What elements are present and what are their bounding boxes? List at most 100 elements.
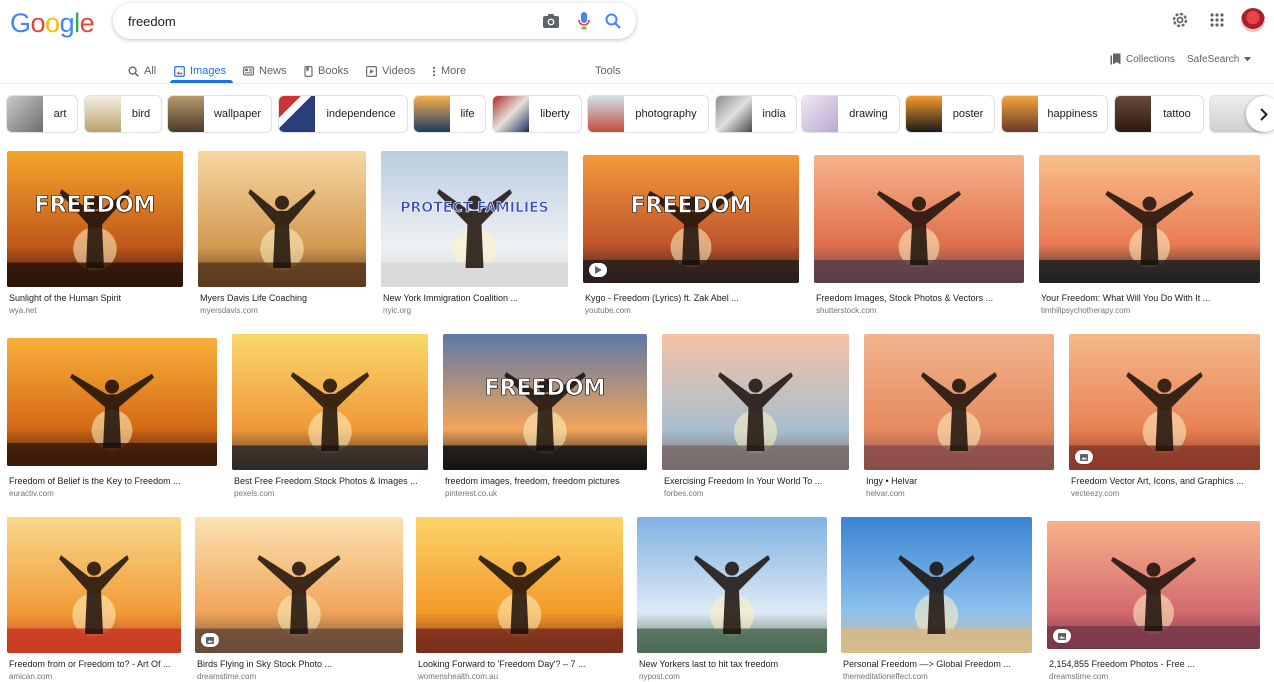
result-title[interactable]: Looking Forward to 'Freedom Day'? – 7 ..… (418, 659, 623, 669)
chip-art[interactable]: art (6, 95, 78, 133)
account-avatar[interactable] (1241, 8, 1265, 32)
result-title[interactable]: Freedom Images, Stock Photos & Vectors .… (816, 293, 1024, 303)
bookmark-collection-icon (1110, 53, 1121, 65)
image-result[interactable]: FREEDOM Kygo - Freedom (Lyrics) ft. Zak A… (583, 155, 799, 317)
result-title[interactable]: New Yorkers last to hit tax freedom (639, 659, 827, 669)
image-thumbnail[interactable] (7, 517, 181, 653)
camera-icon[interactable] (541, 11, 561, 31)
image-thumbnail[interactable] (7, 338, 217, 466)
tab-books[interactable]: Books (304, 59, 349, 83)
image-result[interactable]: FREEDOM Sunlight of the Human Spirit wya.n… (7, 151, 183, 317)
result-title[interactable]: Ingy • Helvar (866, 476, 1054, 486)
chip-liberty[interactable]: liberty (492, 95, 582, 133)
book-icon (304, 65, 313, 77)
result-title[interactable]: Sunlight of the Human Spirit (9, 293, 183, 303)
image-thumbnail[interactable]: PROTECT FAMILIES (381, 151, 568, 287)
video-play-badge-icon (589, 263, 607, 277)
image-result[interactable]: Myers Davis Life Coaching myersdavis.com (198, 151, 366, 317)
header-divider (0, 83, 1274, 84)
image-thumbnail[interactable] (416, 517, 623, 653)
settings-gear-icon[interactable] (1169, 9, 1191, 31)
chip-label: bird (131, 108, 151, 120)
chip-independence[interactable]: independence (278, 95, 408, 133)
image-result[interactable]: 2,154,855 Freedom Photos - Free ... dream… (1047, 521, 1260, 682)
safesearch-button[interactable]: SafeSearch (1187, 51, 1252, 67)
image-thumbnail[interactable] (1069, 334, 1260, 470)
search-icon[interactable] (603, 11, 623, 31)
tab-more[interactable]: More (432, 59, 466, 83)
chip-life[interactable]: life (413, 95, 486, 133)
tab-news[interactable]: News (243, 59, 287, 83)
image-thumbnail[interactable] (662, 334, 849, 470)
image-result[interactable]: New Yorkers last to hit tax freedom nypos… (637, 517, 827, 682)
image-thumbnail[interactable] (232, 334, 428, 470)
image-result[interactable]: Personal Freedom —> Global Freedom ... th… (841, 517, 1032, 682)
image-thumbnail[interactable] (198, 151, 366, 287)
result-title[interactable]: Exercising Freedom In Your World To ... (664, 476, 849, 486)
result-title[interactable]: freedom images, freedom, freedom picture… (445, 476, 647, 486)
result-title[interactable]: New York Immigration Coalition ... (383, 293, 568, 303)
person-head (512, 561, 527, 576)
image-result[interactable]: Freedom Vector Art, Icons, and Graphics … (1069, 334, 1260, 500)
image-result[interactable]: Freedom of Belief is the Key to Freedom … (7, 338, 217, 500)
apps-grid-icon[interactable] (1206, 9, 1228, 31)
result-title[interactable]: Freedom of Belief is the Key to Freedom … (9, 476, 217, 486)
result-title[interactable]: 2,154,855 Freedom Photos - Free ... (1049, 659, 1260, 669)
image-thumbnail[interactable]: FREEDOM (583, 155, 799, 283)
image-result[interactable]: Freedom from or Freedom to? - Art Of ...… (7, 517, 181, 682)
image-result[interactable]: Birds Flying in Sky Stock Photo ... dream… (195, 517, 403, 682)
image-thumbnail[interactable] (814, 155, 1024, 283)
result-title[interactable]: Birds Flying in Sky Stock Photo ... (197, 659, 403, 669)
chips-scroll-next-button[interactable] (1246, 96, 1274, 132)
image-result[interactable]: Ingy • Helvar helvar.com (864, 334, 1054, 500)
result-title[interactable]: Personal Freedom —> Global Freedom ... (843, 659, 1032, 669)
result-title[interactable]: Freedom from or Freedom to? - Art Of ... (9, 659, 181, 669)
image-thumbnail[interactable] (1039, 155, 1260, 283)
result-title[interactable]: Freedom Vector Art, Icons, and Graphics … (1071, 476, 1260, 486)
tab-all[interactable]: All (128, 59, 156, 83)
image-result[interactable]: FREEDOM freedom images, freedom, freedom … (443, 334, 647, 500)
image-thumbnail[interactable] (195, 517, 403, 653)
chip-thumbnail (85, 96, 121, 132)
image-result[interactable]: Looking Forward to 'Freedom Day'? – 7 ..… (416, 517, 623, 682)
image-text-overlay: PROTECT FAMILIES (400, 200, 548, 216)
image-thumbnail[interactable]: FREEDOM (443, 334, 647, 470)
chip-wallpaper[interactable]: wallpaper (167, 95, 272, 133)
caret-down-icon (1244, 56, 1252, 61)
result-title[interactable]: Your Freedom: What Will You Do With It .… (1041, 293, 1260, 303)
image-thumbnail[interactable] (1047, 521, 1260, 649)
tab-label: Images (190, 65, 227, 77)
chip-thumbnail (279, 96, 315, 132)
thumbnail-illustration (232, 334, 428, 470)
chip-thumbnail (168, 96, 204, 132)
chip-drawing[interactable]: drawing (801, 95, 900, 133)
thumbnail-illustration: PROTECT FAMILIES (381, 151, 568, 287)
chip-bird[interactable]: bird (84, 95, 162, 133)
result-title[interactable]: Best Free Freedom Stock Photos & Images … (234, 476, 428, 486)
search-input[interactable] (128, 10, 508, 32)
microphone-icon[interactable] (574, 11, 594, 31)
tools-button[interactable]: Tools (595, 59, 621, 83)
chip-tattoo[interactable]: tattoo (1114, 95, 1204, 133)
chip-label: life (460, 108, 475, 120)
image-thumbnail[interactable] (864, 334, 1054, 470)
image-result[interactable]: Freedom Images, Stock Photos & Vectors .… (814, 155, 1024, 317)
result-title[interactable]: Myers Davis Life Coaching (200, 293, 366, 303)
chip-photography[interactable]: photography (587, 95, 709, 133)
image-thumbnail[interactable] (841, 517, 1032, 653)
result-title[interactable]: Kygo - Freedom (Lyrics) ft. Zak Abel ... (585, 293, 799, 303)
image-result[interactable]: PROTECT FAMILIES New York Immigration Coa… (381, 151, 568, 317)
chip-happiness[interactable]: happiness (1001, 95, 1108, 133)
image-result[interactable]: Exercising Freedom In Your World To ... f… (662, 334, 849, 500)
chip-thumbnail (7, 96, 43, 132)
chip-poster[interactable]: poster (905, 95, 995, 133)
image-result[interactable]: Your Freedom: What Will You Do With It .… (1039, 155, 1260, 317)
person-head (725, 561, 739, 576)
image-thumbnail[interactable] (637, 517, 827, 653)
image-thumbnail[interactable]: FREEDOM (7, 151, 183, 287)
image-result[interactable]: Best Free Freedom Stock Photos & Images … (232, 334, 428, 500)
collections-button[interactable]: Collections (1110, 51, 1175, 67)
google-logo[interactable]: Google (10, 8, 95, 38)
chip-india[interactable]: india (715, 95, 797, 133)
tab-videos[interactable]: Videos (366, 59, 415, 83)
